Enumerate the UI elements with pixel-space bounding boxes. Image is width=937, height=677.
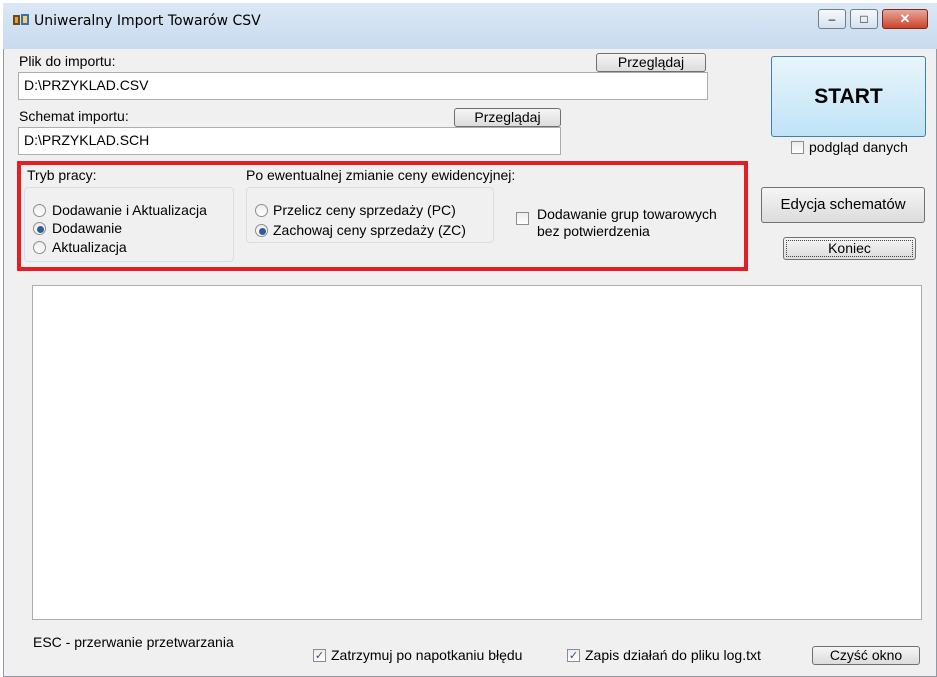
check-mark-icon: ✓ bbox=[314, 650, 325, 662]
schema-label: Schemat importu: bbox=[19, 108, 129, 124]
exit-button[interactable]: Koniec bbox=[783, 237, 916, 260]
start-button[interactable]: START bbox=[771, 56, 926, 137]
log-to-file-label: Zapis działań do pliku log.txt bbox=[585, 647, 761, 663]
close-button[interactable]: ✕ bbox=[882, 9, 928, 29]
app-icon bbox=[13, 14, 29, 25]
minimize-icon: ‒ bbox=[828, 12, 836, 26]
browse-schema-button[interactable]: Przeglądaj bbox=[454, 108, 561, 127]
add-groups-label-line2: bez potwierdzenia bbox=[537, 223, 650, 239]
edit-schemas-button[interactable]: Edycja schematów bbox=[761, 187, 925, 223]
preview-checkbox[interactable] bbox=[791, 141, 804, 154]
import-file-field[interactable]: D:\PRZYKLAD.CSV bbox=[18, 72, 708, 100]
minimize-button[interactable]: ‒ bbox=[818, 9, 846, 29]
maximize-button[interactable]: □ bbox=[850, 9, 878, 29]
preview-label: podgląd danych bbox=[809, 139, 908, 155]
check-mark-icon: ✓ bbox=[568, 650, 579, 662]
work-mode-option-add[interactable]: Dodawanie bbox=[52, 220, 122, 236]
clear-window-button[interactable]: Czyść okno bbox=[812, 646, 920, 665]
stop-on-error-label: Zatrzymuj po napotkaniu błędu bbox=[331, 647, 523, 663]
browse-file-button[interactable]: Przeglądaj bbox=[596, 53, 706, 72]
price-change-label: Po ewentualnej zmianie ceny ewidencyjnej… bbox=[246, 167, 516, 183]
add-groups-checkbox[interactable] bbox=[516, 212, 529, 225]
radio-update[interactable] bbox=[33, 241, 46, 254]
schema-field[interactable]: D:\PRZYKLAD.SCH bbox=[18, 127, 561, 155]
maximize-icon: □ bbox=[860, 12, 868, 26]
radio-add[interactable] bbox=[33, 222, 46, 235]
log-memo[interactable] bbox=[32, 285, 922, 620]
import-file-label: Plik do importu: bbox=[19, 53, 116, 69]
work-mode-option-add-update[interactable]: Dodawanie i Aktualizacja bbox=[52, 202, 207, 218]
work-mode-label: Tryb pracy: bbox=[27, 167, 97, 183]
close-icon: ✕ bbox=[899, 11, 911, 26]
stop-on-error-checkbox[interactable]: ✓ bbox=[313, 649, 326, 662]
start-label: START bbox=[814, 84, 883, 108]
work-mode-option-update[interactable]: Aktualizacja bbox=[52, 239, 127, 255]
window-title: Uniweralny Import Towarów CSV bbox=[34, 13, 261, 29]
add-groups-label-line1: Dodawanie grup towarowych bbox=[537, 206, 717, 222]
price-option-recalculate[interactable]: Przelicz ceny sprzedaży (PC) bbox=[273, 202, 456, 218]
esc-hint: ESC - przerwanie przetwarzania bbox=[33, 634, 234, 650]
log-to-file-checkbox[interactable]: ✓ bbox=[567, 649, 580, 662]
radio-add-and-update[interactable] bbox=[33, 204, 46, 217]
radio-recalculate-prices[interactable] bbox=[255, 204, 268, 217]
price-option-keep[interactable]: Zachowaj ceny sprzedaży (ZC) bbox=[273, 222, 466, 238]
radio-keep-prices[interactable] bbox=[255, 224, 268, 237]
